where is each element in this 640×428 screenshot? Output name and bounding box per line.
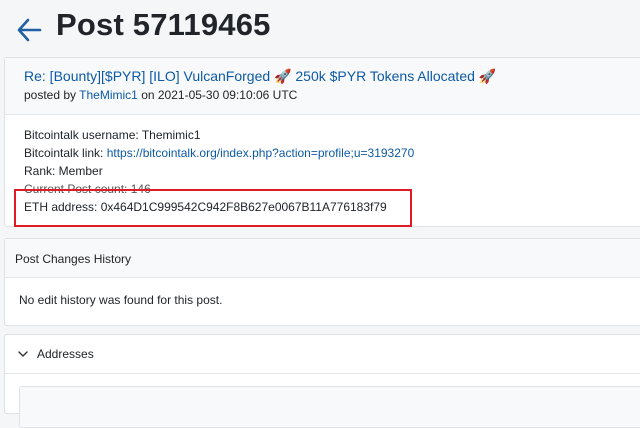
history-title: Post Changes History [15, 252, 132, 266]
addresses-panel [19, 386, 640, 428]
post-header: Re: [Bounty][$PYR] [ILO] VulcanForged 🚀 … [5, 58, 640, 115]
addresses-card: Addresses [4, 334, 640, 428]
chevron-down-icon [18, 351, 28, 357]
page-title: Post 57119465 [56, 7, 271, 42]
username-line: Bitcointalk username: Themimic1 [24, 128, 201, 142]
page-header: Post 57119465 [0, 0, 640, 58]
posted-by-label: posted by [24, 88, 77, 102]
history-empty-text: No edit history was found for this post. [19, 293, 223, 307]
post-title-link[interactable]: Re: [Bounty][$PYR] [ILO] VulcanForged 🚀 … [24, 68, 496, 85]
profile-link-label: Bitcointalk link: [24, 146, 107, 160]
highlight-annotation-box [14, 189, 412, 227]
posted-date: on 2021-05-30 09:10:06 UTC [141, 88, 298, 102]
rank-line: Rank: Member [24, 164, 103, 178]
history-header: Post Changes History [5, 239, 640, 278]
addresses-title: Addresses [37, 347, 94, 361]
profile-link[interactable]: https://bitcointalk.org/index.php?action… [107, 146, 415, 160]
post-meta: posted by TheMimic1 on 2021-05-30 09:10:… [24, 88, 297, 102]
history-card: Post Changes History No edit history was… [4, 238, 640, 326]
author-link[interactable]: TheMimic1 [79, 88, 138, 102]
addresses-toggle[interactable]: Addresses [5, 335, 640, 374]
back-arrow-icon[interactable] [16, 17, 42, 43]
profile-link-line: Bitcointalk link: https://bitcointalk.or… [24, 144, 414, 162]
